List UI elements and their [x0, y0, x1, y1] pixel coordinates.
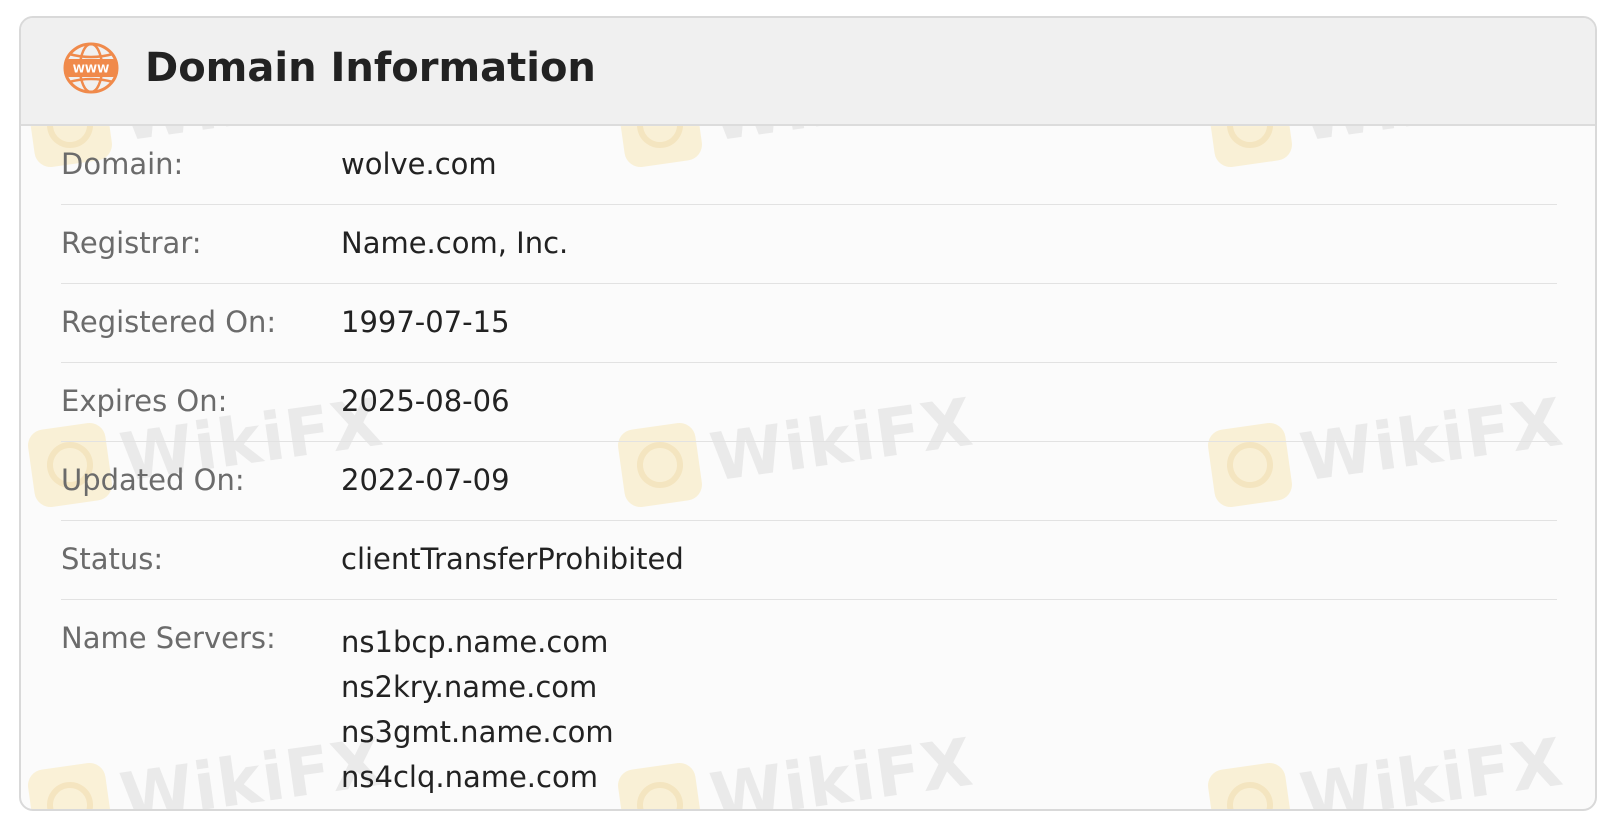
www-globe-icon: WWW	[63, 42, 119, 94]
name-server-item: ns3gmt.name.com	[341, 715, 614, 749]
card-title: Domain Information	[145, 45, 596, 91]
row-value: 1997-07-15	[341, 305, 510, 339]
row-label: Updated On:	[61, 463, 245, 497]
info-row-registered-on: Registered On: 1997-07-15	[61, 284, 1557, 363]
name-server-list: ns1bcp.name.com ns2kry.name.com ns3gmt.n…	[341, 620, 614, 800]
row-label: Registrar:	[61, 226, 202, 260]
name-server-item: ns2kry.name.com	[341, 670, 598, 704]
row-value: Name.com, Inc.	[341, 226, 569, 260]
info-row-updated-on: Updated On: 2022-07-09	[61, 442, 1557, 521]
row-value: 2022-07-09	[341, 463, 510, 497]
row-value: wolve.com	[341, 147, 497, 181]
info-row-domain: Domain: wolve.com	[61, 126, 1557, 205]
info-row-registrar: Registrar: Name.com, Inc.	[61, 205, 1557, 284]
domain-information-card: WikiFX WikiFX WikiFX WikiFX WikiFX WikiF…	[19, 16, 1597, 811]
card-header: WWW Domain Information	[21, 18, 1595, 126]
row-value: 2025-08-06	[341, 384, 510, 418]
row-value: clientTransferProhibited	[341, 542, 684, 576]
info-row-status: Status: clientTransferProhibited	[61, 521, 1557, 600]
row-label: Registered On:	[61, 305, 277, 339]
domain-info-table: Domain: wolve.com Registrar: Name.com, I…	[61, 126, 1557, 800]
info-row-name-servers: Name Servers: ns1bcp.name.com ns2kry.nam…	[61, 600, 1557, 800]
row-label: Name Servers:	[61, 621, 276, 655]
name-server-item: ns1bcp.name.com	[341, 625, 609, 659]
www-icon-text: WWW	[73, 63, 109, 76]
name-server-item: ns4clq.name.com	[341, 760, 598, 794]
info-row-expires-on: Expires On: 2025-08-06	[61, 363, 1557, 442]
row-label: Status:	[61, 542, 164, 576]
row-label: Expires On:	[61, 384, 228, 418]
row-label: Domain:	[61, 147, 184, 181]
